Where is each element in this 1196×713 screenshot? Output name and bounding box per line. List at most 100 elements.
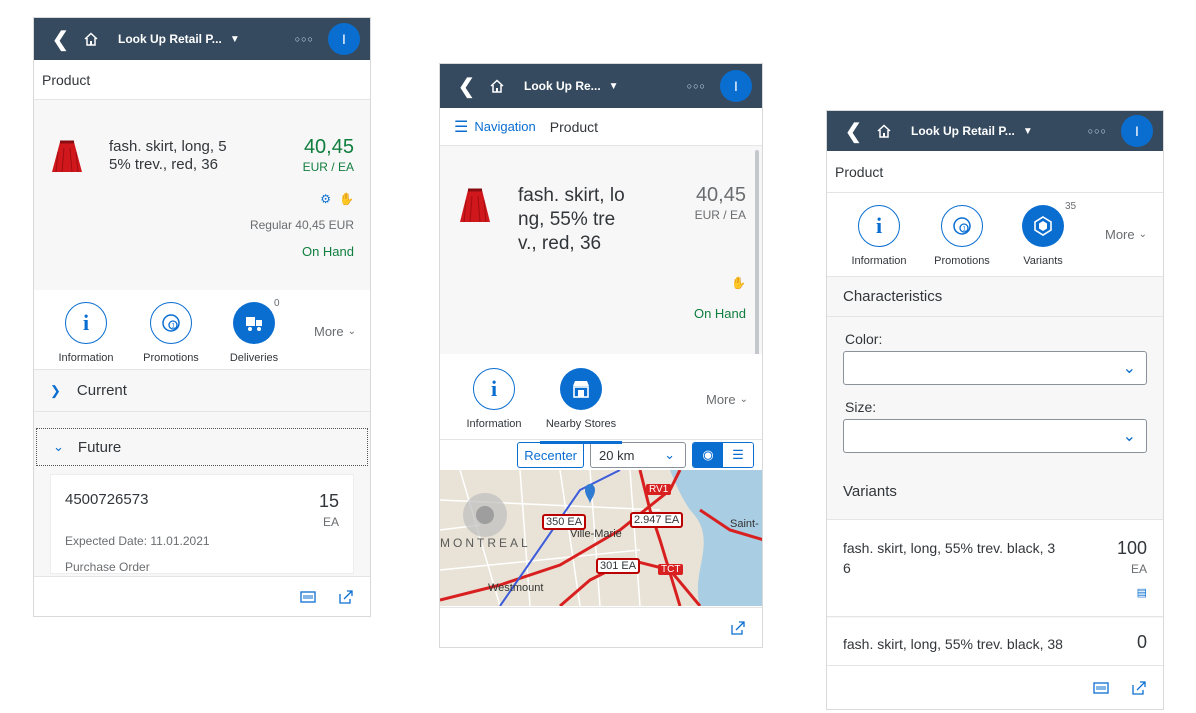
- info-icon: i: [858, 205, 900, 247]
- back-button[interactable]: ❮: [458, 74, 480, 99]
- characteristics-title: Characteristics: [827, 277, 1163, 317]
- color-select[interactable]: ⌄: [843, 351, 1147, 385]
- home-icon[interactable]: [867, 123, 901, 139]
- navigation-link[interactable]: Navigation: [474, 119, 535, 134]
- more-label: More: [313, 324, 344, 339]
- tab-label: Deliveries: [229, 352, 279, 364]
- variant-list-item[interactable]: fash. skirt, long, 55% trev. black, 3 6 …: [827, 519, 1163, 617]
- app-title[interactable]: Look Up Re...: [524, 79, 601, 93]
- tab-variants[interactable]: 35 Variants: [1003, 201, 1083, 283]
- title-dropdown-icon[interactable]: ▼: [1023, 126, 1033, 137]
- distance-select[interactable]: 20 km ⌄: [590, 442, 686, 468]
- info-icon: i: [473, 368, 515, 410]
- hand-icon[interactable]: ✋: [339, 192, 354, 206]
- delivery-card[interactable]: 4500726573 15 EA Expected Date: 11.01.20…: [50, 474, 354, 574]
- tab-label: Promotions: [934, 255, 990, 267]
- shell-bar: ❮ Look Up Retail P... ▼ ○○○ I: [34, 18, 370, 60]
- avatar[interactable]: I: [720, 70, 752, 102]
- more-tabs[interactable]: More ⌄: [314, 324, 356, 339]
- tab-deliveries[interactable]: 0 Deliveries: [211, 298, 294, 378]
- product-image: [460, 188, 490, 223]
- chevron-down-icon: ⌄: [664, 447, 675, 462]
- tab-label: Information: [851, 255, 907, 267]
- home-icon[interactable]: [74, 31, 108, 47]
- map-pin-icon[interactable]: ◉: [693, 443, 723, 467]
- stock-status: On Hand: [301, 244, 354, 259]
- pin-label: 2.947 EA: [630, 512, 684, 528]
- share-icon[interactable]: [1131, 680, 1147, 696]
- tab-nearby-stores[interactable]: Nearby Stores: [540, 368, 622, 444]
- avatar[interactable]: I: [328, 23, 360, 55]
- overflow-icon[interactable]: ○○○: [1088, 126, 1107, 136]
- app-title[interactable]: Look Up Retail P...: [118, 32, 222, 46]
- map-route-label: TCT: [658, 564, 684, 575]
- shell-bar: ❮ Look Up Re... ▼ ○○○ I: [440, 64, 762, 108]
- recenter-button[interactable]: Recenter: [517, 442, 584, 468]
- back-button[interactable]: ❮: [52, 27, 74, 52]
- chevron-down-icon: ⌄: [1122, 428, 1136, 445]
- variant-unit: EA: [1130, 562, 1147, 576]
- chevron-down-icon: ⌄: [1138, 229, 1147, 240]
- variant-qty: 100: [1116, 538, 1147, 558]
- map-place-label: Westmount: [488, 582, 544, 594]
- delivery-unit: EA: [322, 515, 339, 529]
- tab-information[interactable]: i Information: [464, 368, 524, 430]
- title-dropdown-icon[interactable]: ▼: [609, 81, 619, 92]
- map-place-label: Saint-: [730, 518, 759, 530]
- distance-value: 20 km: [599, 447, 635, 463]
- barcode-icon[interactable]: [300, 590, 316, 604]
- tab-promotions[interactable]: 1 Promotions: [138, 302, 204, 364]
- shell-bar: ❮ Look Up Retail P... ▼ ○○○ I: [827, 111, 1163, 151]
- hand-icon[interactable]: ✋: [731, 276, 746, 290]
- regular-price: Regular 40,45 EUR: [249, 218, 354, 232]
- chevron-right-icon: ❯: [50, 382, 61, 398]
- tab-information[interactable]: i Information: [56, 302, 116, 364]
- map-list-toggle[interactable]: ◉ ☰: [692, 442, 754, 468]
- more-label: More: [705, 392, 736, 407]
- object-header: fash. skirt, long, 5 5% trev., red, 36 4…: [34, 100, 370, 290]
- map-pin[interactable]: 350 EA: [542, 514, 587, 530]
- section-current[interactable]: ❯ Current: [34, 370, 370, 412]
- icon-tab-bar: i Information 1 Promotions 35 Variants M…: [827, 193, 1163, 283]
- pin-label: 350 EA: [542, 514, 587, 530]
- menu-icon[interactable]: ☰: [454, 117, 468, 137]
- promotion-icon[interactable]: ⚙: [320, 192, 331, 206]
- size-select[interactable]: ⌄: [843, 419, 1147, 453]
- delivery-order: 4500726573: [65, 491, 149, 508]
- app-title[interactable]: Look Up Retail P...: [911, 124, 1015, 138]
- stock-status: On Hand: [693, 306, 746, 321]
- barcode-icon[interactable]: [1093, 681, 1109, 695]
- chevron-down-icon: ⌄: [53, 439, 64, 454]
- icon-tab-bar: i Information 1 Promotions 0 Deliveries …: [34, 290, 370, 378]
- more-tabs[interactable]: More ⌄: [706, 392, 748, 407]
- expected-date: Expected Date: 11.01.2021: [65, 534, 210, 548]
- overflow-icon[interactable]: ○○○: [295, 34, 314, 44]
- back-button[interactable]: ❮: [845, 119, 867, 144]
- footer-toolbar: [440, 607, 762, 647]
- deliveries-icon: [233, 302, 275, 344]
- section-future[interactable]: ⌄ Future: [36, 428, 368, 466]
- share-icon[interactable]: [338, 589, 354, 605]
- more-tabs[interactable]: More ⌄: [1105, 227, 1147, 242]
- product-price: 40,45: [695, 184, 746, 206]
- map-pin[interactable]: 2.947 EA: [630, 512, 684, 528]
- avatar[interactable]: I: [1121, 115, 1153, 147]
- variant-name: fash. skirt, long, 55% trev. black, 38: [843, 636, 1063, 652]
- product-price: 40,45: [303, 136, 354, 158]
- barcode-icon[interactable]: ▤: [1137, 586, 1147, 599]
- tab-label: Information: [466, 418, 522, 430]
- variants-title: Variants: [843, 483, 897, 500]
- store-map[interactable]: MONTREAL Westmount Saint- Ville-Marie RV…: [440, 470, 762, 606]
- tab-promotions[interactable]: 1 Promotions: [929, 205, 995, 267]
- phone-deliveries: ❮ Look Up Retail P... ▼ ○○○ I Product fa…: [33, 17, 371, 617]
- tab-information[interactable]: i Information: [849, 205, 909, 267]
- order-type: Purchase Order: [65, 560, 150, 574]
- list-icon[interactable]: ☰: [723, 443, 753, 467]
- share-icon[interactable]: [730, 620, 746, 636]
- home-icon[interactable]: [480, 78, 514, 94]
- tab-label: Nearby Stores: [545, 418, 617, 430]
- title-dropdown-icon[interactable]: ▼: [230, 34, 240, 45]
- object-header: fash. skirt, lo ng, 55% tre v., red, 36 …: [440, 146, 762, 395]
- overflow-icon[interactable]: ○○○: [687, 81, 706, 91]
- map-pin[interactable]: 301 EA: [596, 558, 641, 574]
